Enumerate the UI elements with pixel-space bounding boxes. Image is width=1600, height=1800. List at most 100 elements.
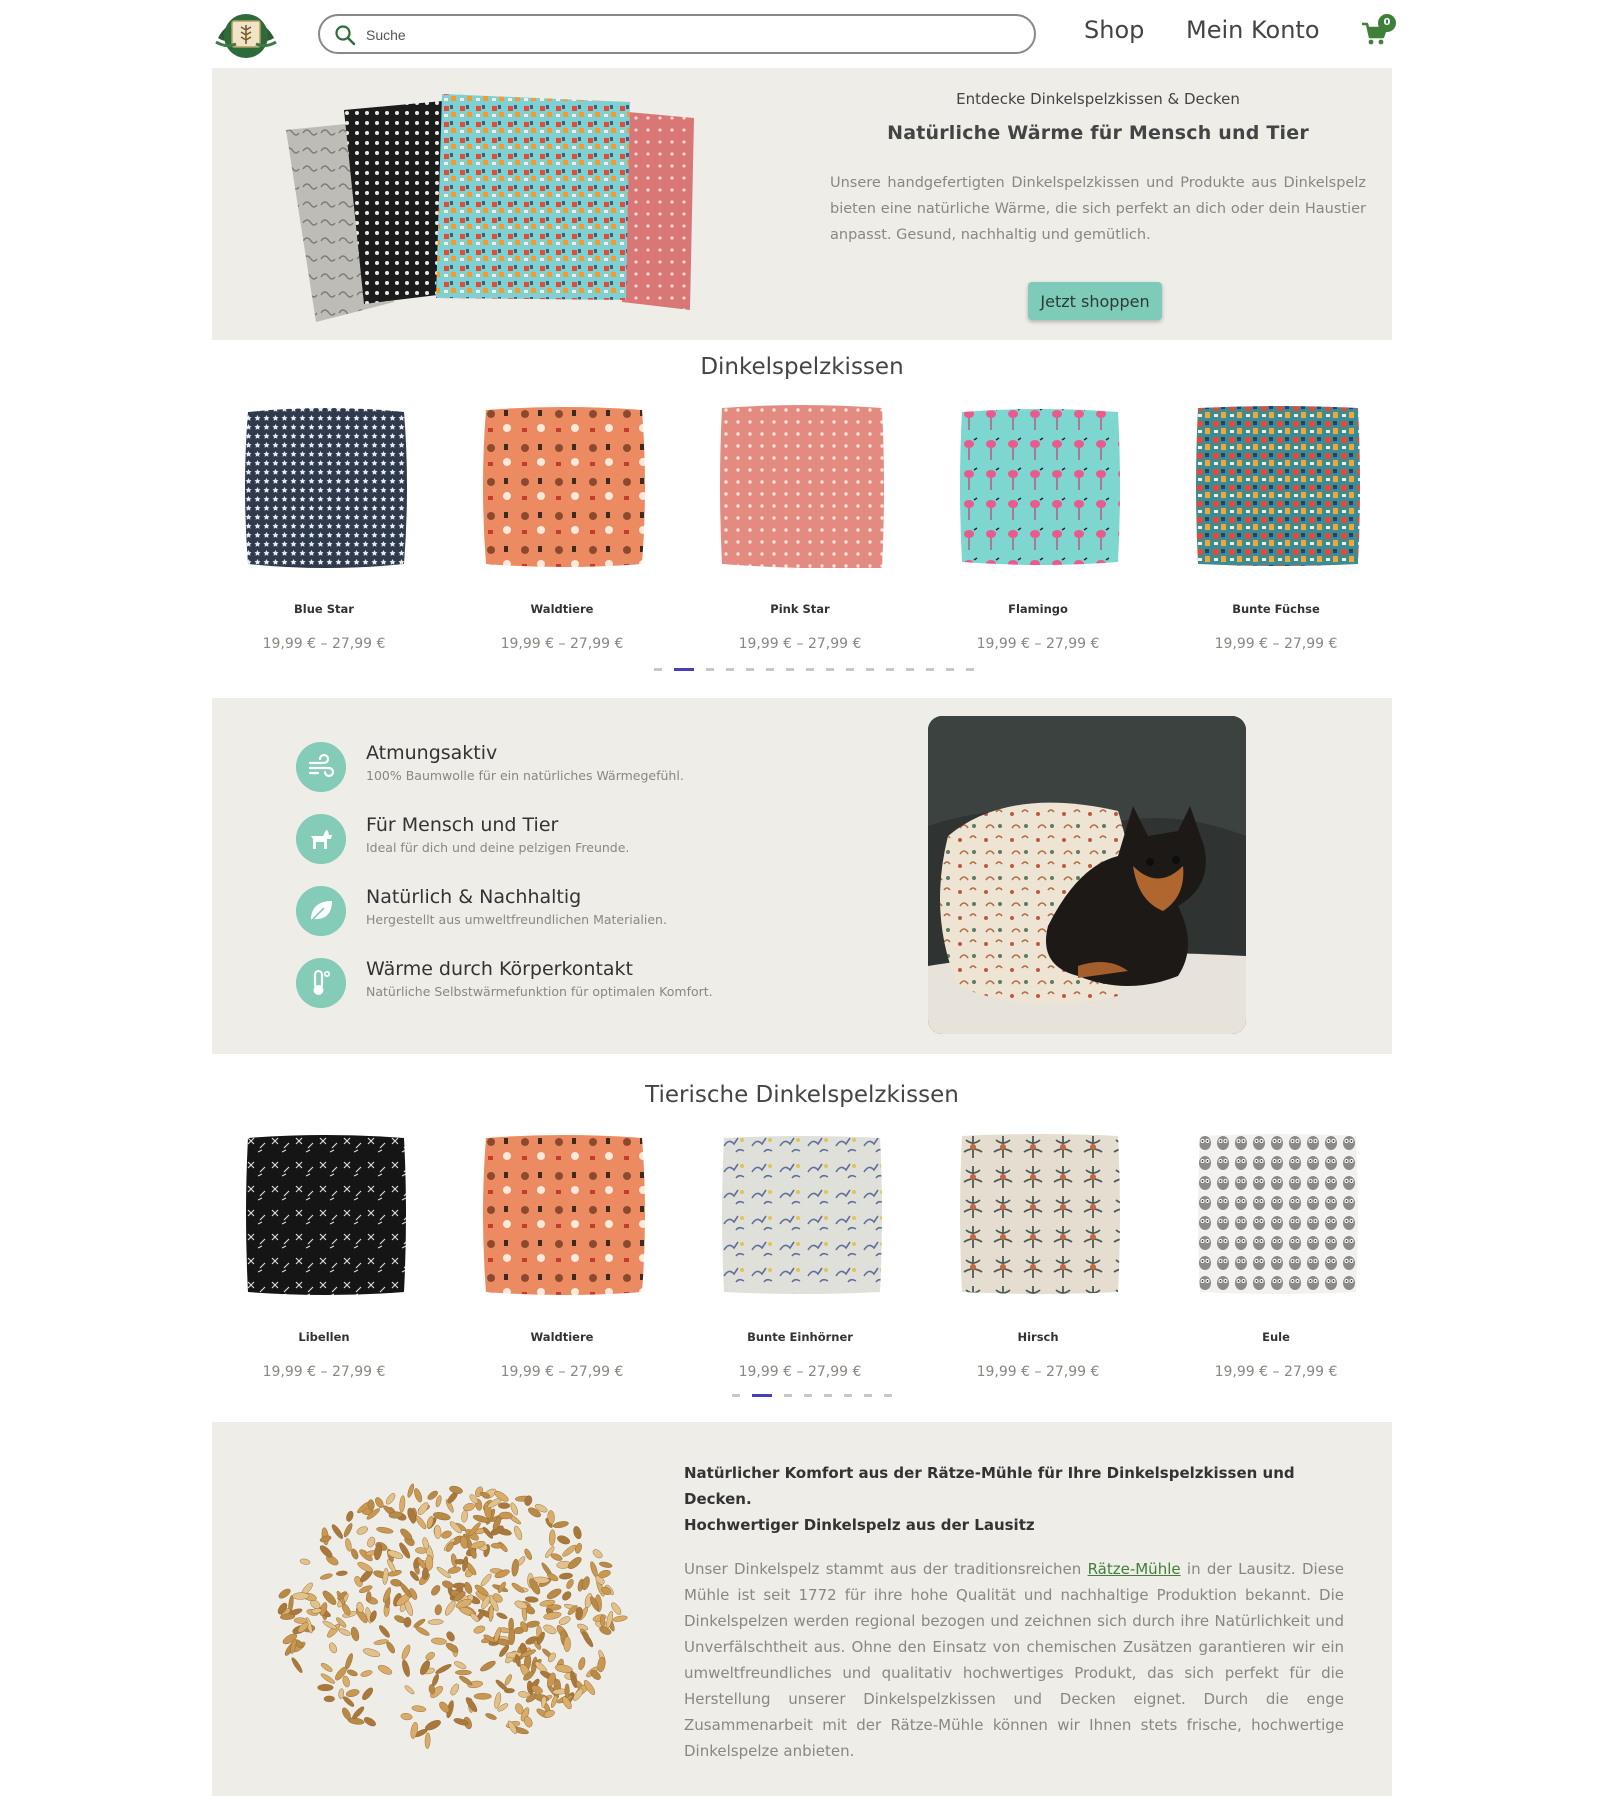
- hero-text: Entdecke Dinkelspelzkissen & Decken Natü…: [830, 90, 1366, 248]
- carousel-dot[interactable]: [784, 1394, 792, 1397]
- husk-grain: [446, 1631, 455, 1642]
- carousel-dot[interactable]: [826, 668, 834, 671]
- product-name[interactable]: Waldtiere: [462, 602, 662, 616]
- product-name[interactable]: Blue Star: [224, 602, 424, 616]
- nav-account[interactable]: Mein Konto: [1186, 16, 1320, 44]
- husk-grain: [346, 1669, 358, 1677]
- carousel-dot[interactable]: [732, 1394, 740, 1397]
- product-name[interactable]: Bunte Einhörner: [700, 1330, 900, 1344]
- husk-grain: [402, 1659, 410, 1677]
- leaf-icon: [296, 886, 346, 936]
- carousel-dot[interactable]: [766, 668, 774, 671]
- husk-grain: [346, 1510, 354, 1522]
- carousel-dot[interactable]: [864, 1394, 872, 1397]
- carousel-dot[interactable]: [706, 668, 714, 671]
- product-price: 19,99 € – 27,99 €: [500, 636, 624, 652]
- carousel-dot[interactable]: [806, 668, 814, 671]
- husk-grain: [582, 1631, 594, 1648]
- carousel-dot[interactable]: [866, 668, 874, 671]
- carousel-dot[interactable]: [844, 1394, 852, 1397]
- carousel-dot[interactable]: [966, 668, 974, 671]
- product-image[interactable]: [720, 1132, 884, 1296]
- search-icon[interactable]: [334, 24, 356, 46]
- carousel-dot[interactable]: [926, 668, 934, 671]
- search-bar[interactable]: [318, 14, 1036, 54]
- carousel-dot-active[interactable]: [752, 1394, 772, 1397]
- product-image[interactable]: [958, 1132, 1122, 1296]
- product-name[interactable]: Flamingo: [938, 602, 1138, 616]
- carousel-dots: [654, 668, 974, 672]
- product-image[interactable]: [1196, 1132, 1360, 1296]
- husk-grain: [490, 1542, 504, 1549]
- product-image[interactable]: [482, 1132, 646, 1296]
- product-image[interactable]: [1196, 404, 1360, 568]
- carousel-dot[interactable]: [906, 668, 914, 671]
- dog-on-pillow-photo: [928, 716, 1246, 1034]
- product-name[interactable]: Bunte Füchse: [1176, 602, 1376, 616]
- husk-grain: [442, 1580, 454, 1589]
- logo[interactable]: [212, 8, 280, 62]
- husk-grain: [376, 1527, 394, 1534]
- feature-title: Wärme durch Körperkontakt: [366, 958, 634, 980]
- wind-icon: [296, 742, 346, 792]
- about-body: Unser Dinkelspelz stammt aus der traditi…: [684, 1556, 1344, 1764]
- shop-now-button[interactable]: Jetzt shoppen: [1028, 282, 1162, 320]
- about-subheading: Hochwertiger Dinkelspelz aus der Lausitz: [684, 1516, 1035, 1534]
- husk-grain: [599, 1614, 606, 1627]
- husk-grain: [362, 1687, 374, 1701]
- carousel-dot[interactable]: [946, 668, 954, 671]
- product-image[interactable]: [244, 1132, 408, 1296]
- nav-shop[interactable]: Shop: [1084, 16, 1144, 44]
- product-image[interactable]: [720, 404, 884, 568]
- hero-pillows-image: [286, 94, 694, 322]
- husk-grain: [434, 1525, 442, 1539]
- carousel-dot[interactable]: [746, 668, 754, 671]
- carousel-dot[interactable]: [884, 1394, 892, 1397]
- carousel-dot[interactable]: [654, 668, 662, 671]
- husk-grain: [454, 1669, 472, 1676]
- carousel-dot[interactable]: [786, 668, 794, 671]
- husk-grain: [335, 1570, 348, 1576]
- carousel-dot[interactable]: [726, 668, 734, 671]
- husk-grain: [590, 1561, 598, 1578]
- carousel-dot[interactable]: [846, 668, 854, 671]
- carousel-dot[interactable]: [824, 1394, 832, 1397]
- product-name[interactable]: Eule: [1176, 1330, 1376, 1344]
- product-price: 19,99 € – 27,99 €: [262, 1364, 386, 1380]
- page: Shop Mein Konto 0 Entdecke Dinkelspelzki…: [0, 0, 1600, 1800]
- site-header: Shop Mein Konto 0: [0, 0, 1600, 68]
- about-heading: Natürlicher Komfort aus der Rätze-Mühle …: [684, 1464, 1295, 1508]
- husk-grain: [434, 1604, 442, 1616]
- raetze-muehle-link[interactable]: Rätze-Mühle: [1088, 1560, 1181, 1578]
- carousel-dot[interactable]: [804, 1394, 812, 1397]
- product-name[interactable]: Pink Star: [700, 602, 900, 616]
- husk-grain: [552, 1521, 569, 1529]
- carousel-dot-active[interactable]: [674, 668, 694, 671]
- husk-grain: [320, 1662, 333, 1672]
- carousel-dot[interactable]: [886, 668, 894, 671]
- husk-grain: [323, 1695, 335, 1703]
- husk-grain: [414, 1488, 423, 1503]
- husk-grain: [400, 1713, 413, 1721]
- husk-grain: [485, 1713, 497, 1720]
- search-input[interactable]: [366, 24, 1006, 46]
- husk-grain: [320, 1673, 336, 1684]
- husk-grain: [427, 1619, 444, 1625]
- product-name[interactable]: Waldtiere: [462, 1330, 662, 1344]
- product-name[interactable]: Libellen: [224, 1330, 424, 1344]
- product-price: 19,99 € – 27,99 €: [1214, 1364, 1338, 1380]
- about-body-part: Unser Dinkelspelz stammt aus der traditi…: [684, 1560, 1088, 1578]
- product-image[interactable]: [244, 404, 408, 568]
- husk-grain: [514, 1525, 523, 1541]
- husk-grain: [573, 1526, 582, 1540]
- feature-description: Hergestellt aus umweltfreundlichen Mater…: [366, 912, 667, 927]
- product-price: 19,99 € – 27,99 €: [738, 1364, 862, 1380]
- product-image[interactable]: [482, 404, 646, 568]
- hero-title: Natürliche Wärme für Mensch und Tier: [887, 122, 1309, 144]
- husk-grain: [407, 1483, 415, 1498]
- product-image[interactable]: [958, 404, 1122, 568]
- husk-grain: [566, 1579, 574, 1589]
- husk-grain: [385, 1493, 396, 1505]
- feature-item: Wärme durch Körperkontakt Natürliche Sel…: [296, 958, 856, 1018]
- product-name[interactable]: Hirsch: [938, 1330, 1138, 1344]
